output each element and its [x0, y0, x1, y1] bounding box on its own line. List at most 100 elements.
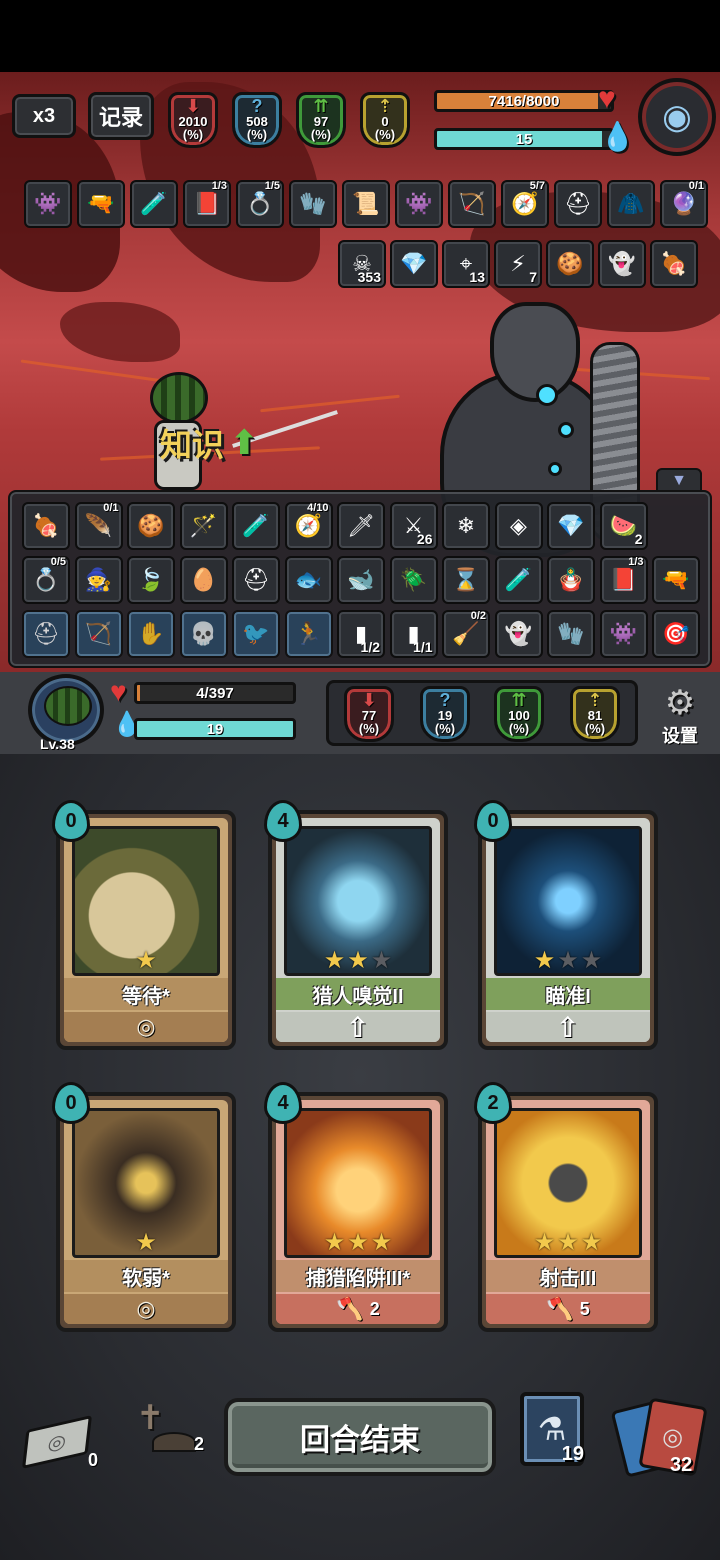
cloak-item[interactable]: 🧥 — [607, 180, 655, 228]
ghost-item[interactable]: 👻 — [598, 240, 646, 288]
beetle-item[interactable]: 🪲 — [389, 556, 438, 604]
discard-pile[interactable]: ◎ 0 — [21, 1415, 108, 1474]
red-creature-item[interactable]: 👾 — [599, 610, 648, 658]
question-icon: ? — [251, 96, 263, 116]
leaf-item[interactable]: 🍃 — [127, 556, 175, 604]
wand-item[interactable]: 🪄 — [179, 502, 228, 550]
whale-item[interactable]: 🐋 — [337, 556, 385, 604]
locked-runner-item[interactable]: 🏃 — [284, 610, 333, 658]
potion-bag-item[interactable]: 🧪 — [494, 556, 543, 604]
gold-ring-item[interactable]: 💍 1/5 — [236, 180, 284, 228]
arrow-quiver-item[interactable]: 🎯 — [652, 610, 700, 658]
locked-bow-item[interactable]: 🏹 — [74, 610, 123, 658]
enemy-portrait[interactable]: ◉ — [638, 78, 716, 156]
poison-skull-item[interactable]: ☠ 353 — [338, 240, 386, 288]
card-footer-value: 5 — [579, 1298, 590, 1319]
spiked-helmet-icon: ⛑ — [564, 191, 592, 216]
locked-helmet-item[interactable]: ⛑ — [22, 610, 70, 658]
target-item[interactable]: ⌖ 13 — [442, 240, 490, 288]
enemy-luck-stat: ⇡ 0 (%) — [360, 92, 410, 148]
speed-button[interactable]: x3 — [12, 94, 76, 138]
gold-ring-icon: 💍 — [32, 567, 60, 592]
locked-bird-item[interactable]: 🐦 — [232, 610, 280, 658]
spellbook-item[interactable]: 📕 1/3 — [599, 556, 648, 604]
card-cost: 2 — [474, 1082, 512, 1124]
enemy-hp-bar: 7416/8000 — [434, 90, 614, 112]
settings-button[interactable]: ⚙ 设置 — [652, 684, 708, 750]
spellbook-item[interactable]: 📕 1/3 — [183, 180, 231, 228]
crystal-item[interactable]: 💎 — [390, 240, 438, 288]
card-6[interactable]: ★ ★ ★ 射击III 🪓 5 2 — [474, 1082, 658, 1332]
compass-item[interactable]: 🧭 5/7 — [501, 180, 549, 228]
potion-deck[interactable]: ⚗ 19 — [520, 1392, 584, 1466]
stat-unit: (%) — [310, 127, 332, 142]
graveyard-pile[interactable]: ✝ 2 — [130, 1398, 214, 1462]
gun-item[interactable]: 🔫 — [77, 180, 125, 228]
potion-bag-item[interactable]: 🧪 — [232, 502, 280, 550]
red-creature-item[interactable]: 👾 — [395, 180, 443, 228]
card-1[interactable]: ★ 等待* ◎ 0 — [52, 800, 236, 1050]
locked-claw-icon: ✋ — [137, 621, 165, 646]
locked-skull-item[interactable]: 💀 — [179, 610, 228, 658]
card-cost: 0 — [474, 800, 512, 842]
gauntlet-item[interactable]: 🧤 — [289, 180, 337, 228]
ghost-item[interactable]: 👻 — [494, 610, 543, 658]
dragon-egg-item[interactable]: 🥚 — [179, 556, 228, 604]
draw-pile[interactable]: ◎ 32 — [610, 1397, 714, 1478]
stat-unit: (%) — [508, 721, 530, 736]
enemy-claw-icon: ◉ — [662, 98, 692, 136]
red-creature-item[interactable]: 👾 — [24, 180, 72, 228]
crossbow-item[interactable]: 🏹 — [448, 180, 496, 228]
card-2[interactable]: ★ ★ ★ 猎人嗅觉II ⇧ 4 — [264, 800, 448, 1050]
scroll-item[interactable]: 📜 — [342, 180, 390, 228]
meat-bone-item[interactable]: 🍖 — [22, 502, 70, 550]
wing-item[interactable]: 🪶 0/1 — [74, 502, 123, 550]
card-4[interactable]: ★ 软弱* ◎ 0 — [52, 1082, 236, 1332]
hourglass-item[interactable]: ⌛ — [442, 556, 490, 604]
witch-item[interactable]: 🧹 0/2 — [442, 610, 490, 658]
bullet-item[interactable]: ▮ 1/2 — [337, 610, 385, 658]
card-name: 瞄准I — [486, 978, 650, 1010]
log-button[interactable]: 记录 — [88, 92, 154, 140]
helmet-item[interactable]: ⛑ — [232, 556, 280, 604]
melon-slice-item[interactable]: 🍉 2 — [599, 502, 648, 550]
gold-ring-item[interactable]: 💍 0/5 — [22, 556, 70, 604]
end-turn-button[interactable]: 回合结束 — [224, 1398, 496, 1476]
card-5[interactable]: ★ ★ ★ 捕猎陷阱III* 🪓 2 4 — [264, 1082, 448, 1332]
whale-icon: 🐋 — [347, 567, 375, 592]
attack-icon: ⬇ — [185, 96, 201, 116]
gun-item[interactable]: 🔫 — [652, 556, 700, 604]
doll-icon: 🪆 — [557, 567, 585, 592]
dagger-item[interactable]: 🗡 — [337, 502, 385, 550]
stat-unit: (%) — [182, 127, 204, 142]
card-3[interactable]: ★ ★ ★ 瞄准I ⇧ 0 — [474, 800, 658, 1050]
gnome-item[interactable]: 🧙 — [74, 556, 123, 604]
purple-bullet-item[interactable]: ▮ 1/1 — [389, 610, 438, 658]
crystal-cluster-item[interactable]: ❄ — [442, 502, 490, 550]
potion-bag-item[interactable]: 🧪 — [130, 180, 178, 228]
compass-item[interactable]: 🧭 4/10 — [284, 502, 333, 550]
locked-claw-item[interactable]: ✋ — [127, 610, 175, 658]
green-slash-item[interactable]: ⚔ 26 — [389, 502, 438, 550]
enemy-attack-stat: ⬇ 2010 (%) — [168, 92, 218, 148]
heart-icon: ♥ — [598, 82, 616, 115]
cookie-item[interactable]: 🍪 — [127, 502, 175, 550]
spiral-icon: ◎ — [21, 1415, 93, 1469]
crystal-item[interactable]: 💎 — [547, 502, 595, 550]
fish-item[interactable]: 🐟 — [284, 556, 333, 604]
spiked-helmet-item[interactable]: ⛑ — [554, 180, 602, 228]
bleed-claw-item[interactable]: ⚡ 7 — [494, 240, 542, 288]
meat-bone-item[interactable]: 🍖 — [650, 240, 698, 288]
card-stars: ★ — [64, 946, 228, 975]
card-cost: 0 — [52, 800, 90, 842]
doll-item[interactable]: 🪆 — [547, 556, 595, 604]
cookie-item[interactable]: 🍪 — [546, 240, 594, 288]
card-footer: ⇧ — [486, 1012, 650, 1042]
gauntlet-item[interactable]: 🧤 — [547, 610, 595, 658]
locked-helmet-icon: ⛑ — [32, 621, 60, 646]
up-arrow-icon: ⇧ — [556, 1011, 580, 1043]
rune-stone-item[interactable]: ◈ — [494, 502, 543, 550]
amulet-item[interactable]: 🔮 0/1 — [660, 180, 708, 228]
star-icon: ★ — [370, 947, 393, 974]
potion-count: 19 — [561, 1443, 584, 1465]
